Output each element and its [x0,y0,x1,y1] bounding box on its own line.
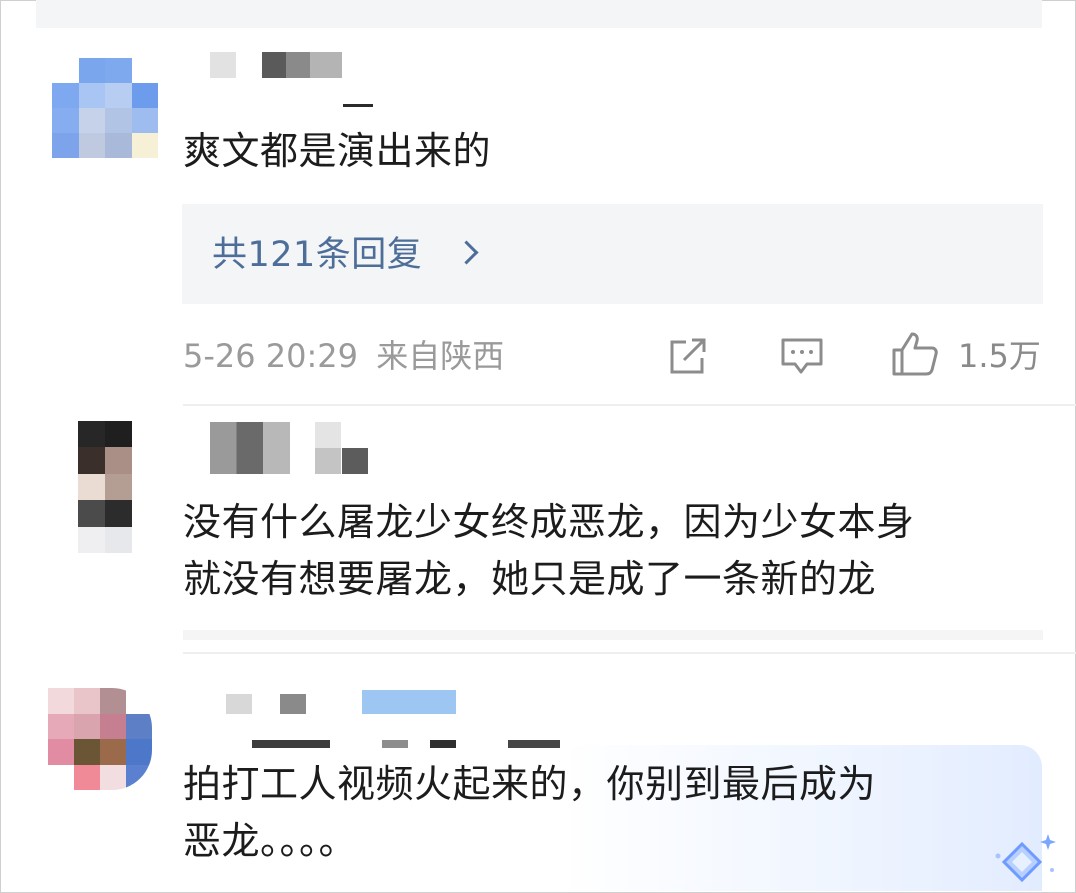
username-redacted [343,104,373,107]
username-redacted[interactable] [226,694,252,714]
username-redacted[interactable] [315,422,341,474]
comment-text-line-1: 没有什么屠龙少女终成恶龙，因为少女本身 [183,500,915,544]
avatar[interactable] [78,421,132,553]
comment-meta: 5-26 20:29 来自陕西 [183,334,504,378]
divider [183,652,1076,654]
username-redacted[interactable] [362,690,456,714]
comment-text-line-2: 就没有想要屠龙，她只是成了一条新的龙 [183,557,877,601]
username-redacted [508,740,560,748]
avatar[interactable] [52,58,158,158]
comment-icon[interactable] [779,336,825,378]
comment-text-line-2: 恶龙。。。。 [183,819,358,863]
avatar[interactable] [48,688,152,790]
username-redacted [430,740,456,748]
username-redacted[interactable] [210,422,290,474]
timestamp: 5-26 20:29 [183,337,359,375]
divider [183,630,1043,640]
like-count[interactable]: 1.5万 [958,334,1041,378]
chevron-right-icon [454,240,479,265]
thumbs-up-icon[interactable] [890,330,940,378]
comment-text: 爽文都是演出来的 [183,129,492,173]
username-redacted[interactable] [342,448,368,474]
comment-text-line-1: 拍打工人视频火起来的，你别到最后成为 [183,762,877,806]
view-replies-link[interactable]: 共121条回复 [212,232,422,278]
username-redacted [382,740,408,748]
share-icon[interactable] [666,336,710,376]
username-redacted [252,740,330,748]
username-redacted[interactable] [262,52,342,78]
previous-comment-strip [36,0,1042,28]
sparkle-badge-icon [995,834,1056,883]
username-redacted[interactable] [210,52,236,78]
divider [183,404,1076,406]
username-redacted[interactable] [280,694,306,714]
reply-thread-box[interactable]: 共121条回复 [182,204,1043,304]
location: 来自陕西 [376,337,505,375]
